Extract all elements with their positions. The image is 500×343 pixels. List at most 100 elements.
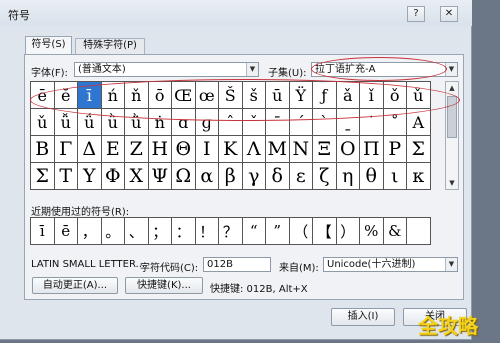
symbol-cell[interactable]: ƒ: [313, 82, 337, 109]
symbol-cell[interactable]: Θ: [172, 136, 196, 163]
chevron-down-icon[interactable]: ▼: [246, 63, 258, 76]
symbol-cell[interactable]: ˋ: [313, 109, 337, 136]
recent-symbol-cell[interactable]: ：: [172, 218, 196, 245]
recent-symbol-cell[interactable]: 。: [101, 218, 125, 245]
symbol-cell[interactable]: Χ: [125, 163, 149, 190]
symbol-cell[interactable]: ǘ: [78, 109, 102, 136]
symbol-cell[interactable]: š: [242, 82, 266, 109]
symbol-cell[interactable]: ˚: [383, 109, 407, 136]
recent-symbol-cell[interactable]: &: [383, 218, 407, 245]
scroll-down-arrow-icon[interactable]: ▼: [446, 177, 458, 189]
recent-symbol-cell[interactable]: ！: [195, 218, 219, 245]
symbol-cell[interactable]: Σ: [407, 136, 431, 163]
font-select[interactable]: (普通文本) ▼: [74, 62, 259, 77]
symbol-cell[interactable]: ē: [31, 82, 55, 109]
recent-symbol-cell[interactable]: %: [360, 218, 384, 245]
symbol-cell-selected[interactable]: ī: [78, 82, 102, 109]
chevron-down-icon[interactable]: ▼: [445, 63, 457, 76]
symbol-cell[interactable]: ǒ: [383, 82, 407, 109]
scroll-up-arrow-icon[interactable]: ▲: [446, 82, 458, 94]
symbol-cell[interactable]: ṅ: [148, 109, 172, 136]
symbol-cell[interactable]: Φ: [101, 163, 125, 190]
symbol-cell[interactable]: Μ: [266, 136, 290, 163]
symbol-cell[interactable]: ˍ: [336, 109, 360, 136]
symbol-cell[interactable]: ū: [266, 82, 290, 109]
tab-special-characters[interactable]: 特殊字符(P): [75, 38, 145, 54]
symbol-cell[interactable]: ɑ: [172, 109, 196, 136]
symbol-cell[interactable]: Ν: [289, 136, 313, 163]
symbol-cell[interactable]: ĕ: [54, 82, 78, 109]
symbol-cell[interactable]: κ: [407, 163, 431, 190]
symbol-cell[interactable]: ň: [125, 82, 149, 109]
recent-symbol-cell[interactable]: “: [242, 218, 266, 245]
symbol-cell[interactable]: ε: [289, 163, 313, 190]
symbol-cell[interactable]: α: [195, 163, 219, 190]
symbol-cell[interactable]: ˙: [360, 109, 384, 136]
symbol-cell[interactable]: ˇ: [242, 109, 266, 136]
symbol-cell[interactable]: Η: [148, 136, 172, 163]
from-select[interactable]: Unicode(十六进制) ▼: [323, 257, 458, 272]
symbol-cell[interactable]: Ξ: [313, 136, 337, 163]
symbol-cell[interactable]: ζ: [313, 163, 337, 190]
recent-symbol-cell[interactable]: 、: [125, 218, 149, 245]
help-button[interactable]: ?: [407, 6, 425, 22]
symbol-cell[interactable]: ˆ: [219, 109, 243, 136]
symbol-cell[interactable]: Œ: [172, 82, 196, 109]
symbol-cell[interactable]: ǎ: [336, 82, 360, 109]
char-code-input[interactable]: 012B: [203, 257, 271, 272]
symbol-cell[interactable]: ń: [101, 82, 125, 109]
recent-symbol-cell[interactable]: ；: [148, 218, 172, 245]
symbol-cell[interactable]: Λ: [242, 136, 266, 163]
symbol-cell[interactable]: ɡ: [195, 109, 219, 136]
symbol-cell[interactable]: Ρ: [383, 136, 407, 163]
symbol-cell[interactable]: Ο: [336, 136, 360, 163]
symbol-cell[interactable]: Š: [219, 82, 243, 109]
symbol-cell[interactable]: γ: [242, 163, 266, 190]
symbol-cell[interactable]: ǚ: [54, 109, 78, 136]
symbol-cell[interactable]: Ω: [172, 163, 196, 190]
chevron-down-icon[interactable]: ▼: [445, 258, 457, 271]
symbol-cell[interactable]: Α: [407, 109, 431, 136]
recent-symbol-cell[interactable]: （: [289, 218, 313, 245]
symbol-cell[interactable]: δ: [266, 163, 290, 190]
symbol-cell[interactable]: Β: [31, 136, 55, 163]
symbol-cell[interactable]: η: [336, 163, 360, 190]
recent-symbol-cell[interactable]: ī: [31, 218, 55, 245]
insert-button[interactable]: 插入(I): [331, 308, 395, 326]
symbol-cell[interactable]: ǜ: [125, 109, 149, 136]
symbol-cell[interactable]: β: [219, 163, 243, 190]
symbol-cell[interactable]: Ÿ: [289, 82, 313, 109]
symbol-cell[interactable]: ˊ: [289, 109, 313, 136]
symbol-cell[interactable]: ǜ: [101, 109, 125, 136]
symbol-cell[interactable]: Ζ: [125, 136, 149, 163]
recent-symbol-cell[interactable]: ）: [336, 218, 360, 245]
tab-symbols[interactable]: 符号(S): [25, 36, 72, 54]
symbol-cell[interactable]: Γ: [54, 136, 78, 163]
symbol-cell[interactable]: ι: [383, 163, 407, 190]
recent-symbol-cell[interactable]: 【: [313, 218, 337, 245]
symbol-cell[interactable]: Δ: [78, 136, 102, 163]
symbol-cell[interactable]: ō: [148, 82, 172, 109]
symbol-cell[interactable]: Ψ: [148, 163, 172, 190]
recent-symbol-cell[interactable]: ē: [54, 218, 78, 245]
symbol-cell[interactable]: Ε: [101, 136, 125, 163]
symbol-cell[interactable]: ˉ: [266, 109, 290, 136]
close-window-button[interactable]: ✕: [440, 6, 458, 22]
symbol-cell[interactable]: œ: [195, 82, 219, 109]
symbol-cell[interactable]: Ι: [195, 136, 219, 163]
symbol-cell[interactable]: ǔ: [407, 82, 431, 109]
symbol-cell[interactable]: ǔ: [31, 109, 55, 136]
recent-symbol-cell[interactable]: ，: [78, 218, 102, 245]
scroll-thumb[interactable]: [447, 96, 457, 138]
symbol-cell[interactable]: θ: [360, 163, 384, 190]
subset-select[interactable]: 拉丁语扩充-A ▼: [311, 62, 458, 77]
symbol-cell[interactable]: Κ: [219, 136, 243, 163]
symbol-cell[interactable]: Τ: [54, 163, 78, 190]
shortcut-key-button[interactable]: 快捷键(K)...: [125, 277, 203, 294]
recent-symbol-cell[interactable]: ？: [219, 218, 243, 245]
symbol-grid-scrollbar[interactable]: ▲ ▼: [445, 81, 459, 190]
symbol-cell[interactable]: Σ: [31, 163, 55, 190]
recent-symbol-cell[interactable]: ”: [266, 218, 290, 245]
symbol-cell[interactable]: ǐ: [360, 82, 384, 109]
autocorrect-button[interactable]: 自动更正(A)...: [32, 277, 118, 294]
